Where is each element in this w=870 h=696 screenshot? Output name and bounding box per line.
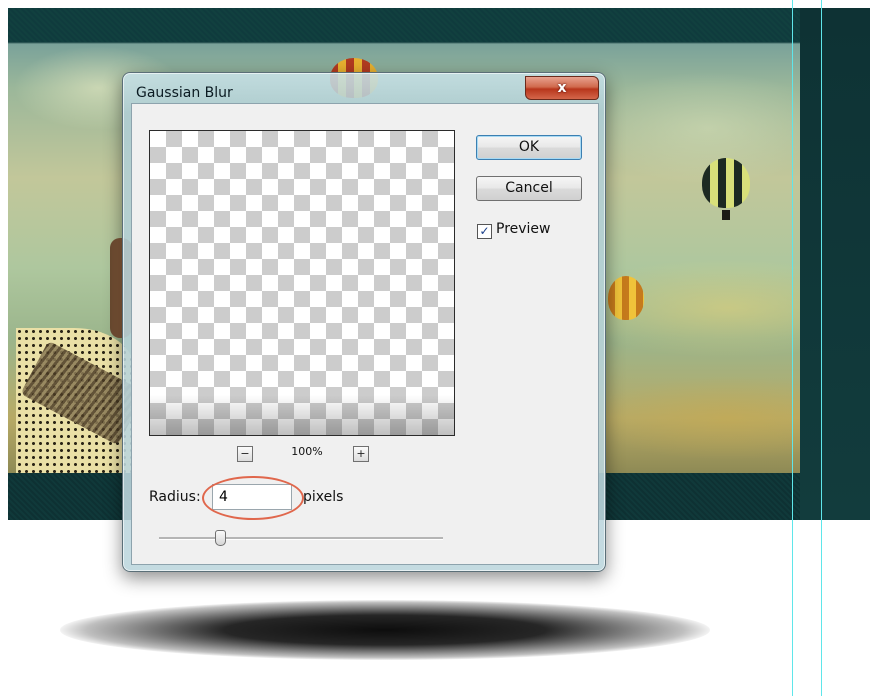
hot-air-balloon-yellow xyxy=(608,276,644,320)
ok-button[interactable]: OK xyxy=(476,135,582,160)
radius-label: Radius: xyxy=(149,489,201,505)
radius-slider-thumb[interactable] xyxy=(215,530,226,546)
hot-air-balloon-striped xyxy=(702,158,750,208)
zoom-out-button[interactable]: − xyxy=(237,446,253,462)
preview-label[interactable]: Preview xyxy=(496,221,551,237)
artwork-right-panel xyxy=(800,8,870,520)
preview-shading xyxy=(150,395,454,435)
guide-line xyxy=(821,0,822,696)
close-icon: x xyxy=(557,80,567,96)
zoom-level: 100% xyxy=(291,445,323,458)
close-button[interactable]: x xyxy=(525,76,599,100)
preview-area[interactable] xyxy=(149,130,455,436)
balloon-basket xyxy=(722,210,730,220)
artwork-top-band xyxy=(8,8,870,42)
preview-checkbox[interactable]: ✓ xyxy=(477,224,492,239)
zoom-in-button[interactable]: + xyxy=(353,446,369,462)
drop-shadow xyxy=(60,600,710,660)
dialog-body: − 100% + OK Cancel ✓ Preview Radius: pix… xyxy=(131,103,599,565)
radius-slider-track[interactable] xyxy=(159,537,443,540)
gaussian-blur-dialog: Gaussian Blur x − 100% + OK Cancel ✓ Pre… xyxy=(122,72,606,572)
guide-line xyxy=(792,0,793,696)
radius-units-label: pixels xyxy=(303,489,344,505)
dialog-title: Gaussian Blur xyxy=(136,85,233,101)
cancel-button[interactable]: Cancel xyxy=(476,176,582,201)
annotation-ellipse xyxy=(202,476,304,520)
